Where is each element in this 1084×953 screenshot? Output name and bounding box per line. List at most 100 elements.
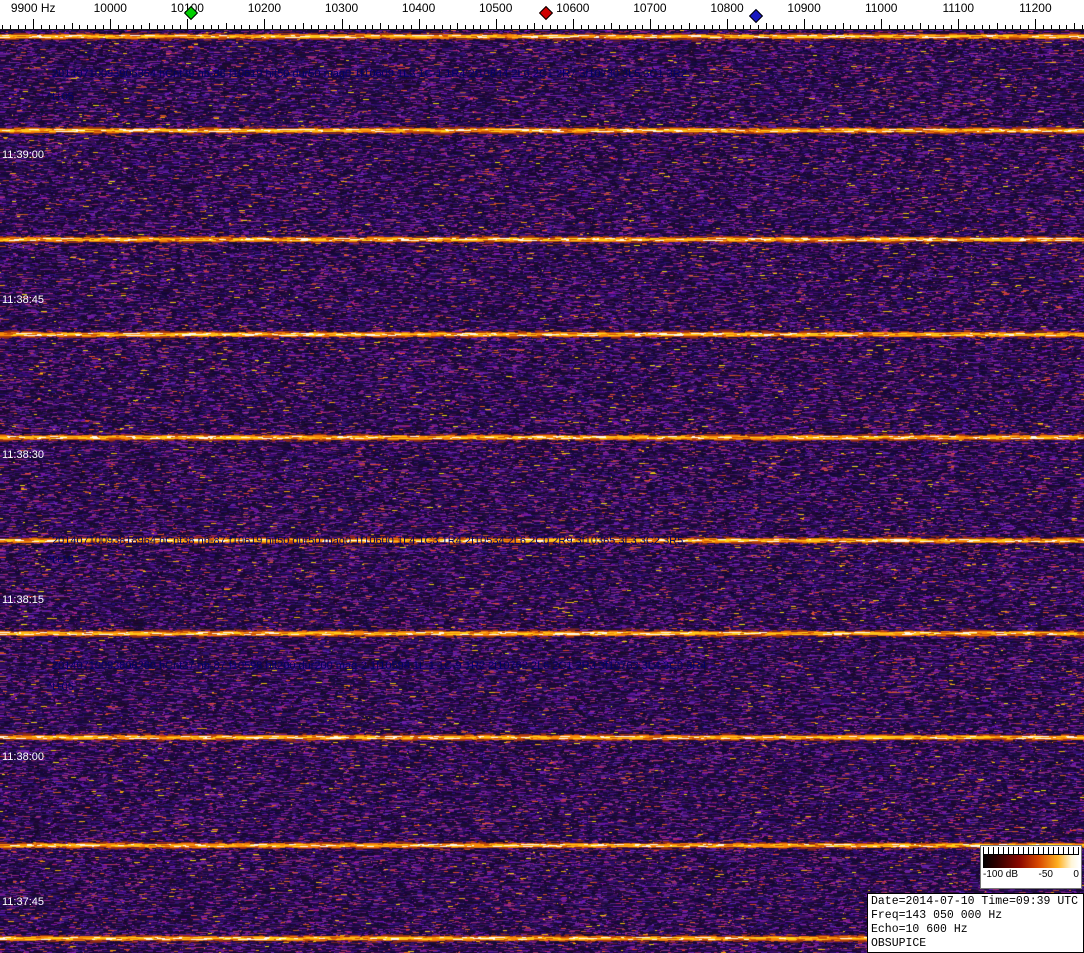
ruler-tick: [596, 25, 597, 29]
ruler-tick: [318, 25, 320, 29]
ruler-tick: [187, 19, 189, 29]
red-marker-icon[interactable]: [538, 5, 553, 21]
info-date-time: Date=2014-07-10 Time=09:39 UTC: [871, 895, 1079, 908]
ruler-tick: [603, 25, 605, 29]
ruler-tick: [680, 25, 682, 29]
frequency-tick-label: 9900 Hz: [10, 1, 56, 15]
ruler-tick: [580, 25, 582, 29]
ruler-tick: [210, 25, 212, 29]
info-frequency: Freq=143 050 000 Hz: [871, 909, 1003, 922]
ruler-tick: [811, 25, 813, 29]
time-label: 11:39:00: [2, 149, 45, 161]
ruler-tick: [858, 25, 860, 29]
frequency-tick-label: 10700: [633, 1, 667, 15]
ruler-tick: [457, 23, 459, 29]
ruler-tick: [958, 19, 960, 29]
ruler-tick: [781, 25, 782, 29]
ruler-tick: [634, 25, 636, 29]
ruler-tick: [989, 25, 991, 29]
ruler-tick: [588, 25, 590, 29]
ruler-tick: [1058, 25, 1060, 29]
ruler-tick: [156, 25, 158, 29]
ruler-tick: [225, 23, 227, 29]
event-annotation: ^t+18: [47, 554, 74, 566]
ruler-tick: [703, 25, 705, 29]
ruler-tick: [557, 25, 559, 29]
time-label: 11:38:30: [2, 449, 45, 461]
ruler-tick: [804, 19, 806, 29]
frequency-tick-label: 11100: [942, 1, 975, 15]
ruler-tick: [827, 25, 829, 29]
ruler-tick: [133, 25, 135, 29]
ruler-tick: [380, 23, 382, 29]
ruler-tick: [48, 25, 50, 29]
ruler-tick: [387, 25, 389, 29]
ruler-tick: [904, 25, 906, 29]
ruler-tick: [966, 25, 967, 29]
colorscale-label-mid: -50: [1038, 869, 1053, 880]
colorscale-ticks: [983, 847, 1079, 855]
ruler-tick: [773, 25, 775, 29]
colorscale-label-min: -100 dB: [983, 869, 1019, 880]
ruler-tick: [619, 25, 621, 29]
ruler-tick: [919, 23, 921, 29]
ruler-tick: [195, 25, 197, 29]
ruler-tick: [1035, 19, 1037, 29]
ruler-tick: [711, 25, 713, 29]
ruler-tick: [850, 25, 852, 29]
time-label: 11:38:45: [2, 294, 45, 306]
ruler-tick: [935, 25, 937, 29]
event-annotation: ^t+06: [47, 681, 74, 693]
ruler-tick: [688, 23, 690, 29]
ruler-tick: [17, 25, 19, 29]
ruler-tick: [418, 19, 420, 29]
spectrogram-screen: 9900 Hz100001010010200103001040010500106…: [0, 0, 1084, 953]
ruler-tick: [549, 25, 551, 29]
ruler-tick: [241, 25, 243, 29]
colorscale-legend: -100 dB -50 0: [980, 845, 1082, 889]
ruler-tick: [56, 25, 58, 29]
ruler-tick: [364, 25, 366, 29]
ruler-tick: [272, 25, 274, 29]
ruler-tick: [626, 25, 628, 29]
ruler-tick: [233, 25, 235, 29]
ruler-tick: [912, 25, 914, 29]
ruler-tick: [310, 25, 312, 29]
ruler-tick: [927, 25, 929, 29]
frequency-tick-label: 10500: [479, 1, 513, 15]
blue-marker-icon[interactable]: [749, 8, 764, 24]
ruler-tick: [865, 25, 867, 29]
time-label: 11:38:15: [2, 594, 45, 606]
ruler-tick: [1050, 25, 1052, 29]
ruler-tick: [1043, 25, 1045, 29]
ruler-tick: [727, 19, 728, 29]
ruler-tick: [326, 25, 328, 29]
ruler-tick: [303, 23, 304, 29]
ruler-tick: [179, 25, 181, 29]
ruler-tick: [896, 25, 898, 29]
info-echo: Echo=10 600 Hz: [871, 923, 968, 936]
ruler-tick: [480, 25, 482, 29]
ruler-tick: [102, 25, 104, 29]
ruler-tick: [79, 25, 81, 29]
ruler-tick: [765, 23, 767, 29]
ruler-tick: [842, 23, 844, 29]
spectrogram-canvas[interactable]: [0, 30, 1084, 953]
ruler-tick: [750, 25, 752, 29]
event-annotation: ^t+05: [47, 91, 74, 103]
ruler-tick: [264, 19, 266, 29]
ruler-tick: [873, 25, 875, 29]
ruler-tick: [40, 25, 42, 29]
ruler-tick: [249, 25, 250, 29]
time-label: 11:37:45: [2, 896, 45, 908]
ruler-tick: [881, 19, 883, 29]
ruler-tick: [256, 25, 258, 29]
ruler-tick: [141, 25, 143, 29]
ruler-tick: [87, 25, 89, 29]
ruler-tick: [996, 23, 998, 29]
ruler-tick: [341, 19, 343, 29]
ruler-tick: [118, 25, 119, 29]
frequency-tick-label: 10400: [401, 1, 436, 15]
ruler-tick: [94, 25, 96, 29]
ruler-tick: [526, 25, 528, 29]
